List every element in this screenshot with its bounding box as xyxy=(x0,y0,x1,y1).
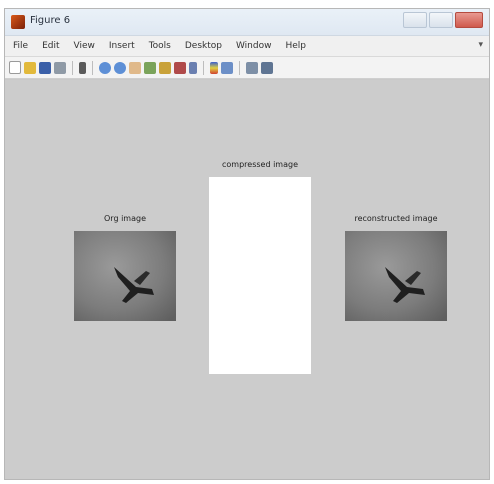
legend-icon[interactable] xyxy=(221,61,233,74)
colorbar-icon[interactable] xyxy=(210,61,218,74)
brush-icon[interactable] xyxy=(174,61,186,74)
maximize-button[interactable] xyxy=(429,12,453,28)
airplane-image xyxy=(74,231,176,321)
menu-insert[interactable]: Insert xyxy=(109,41,135,51)
minimize-button[interactable] xyxy=(403,12,427,28)
pointer-icon[interactable] xyxy=(79,61,86,74)
menu-edit[interactable]: Edit xyxy=(42,41,59,51)
menu-bar: File Edit View Insert Tools Desktop Wind… xyxy=(5,36,489,57)
menu-window[interactable]: Window xyxy=(236,41,272,51)
print-icon[interactable] xyxy=(54,61,66,74)
zoom-out-icon[interactable] xyxy=(114,61,126,74)
matlab-app-icon xyxy=(11,15,25,29)
reconstructed-image-title: reconstructed image xyxy=(354,214,438,223)
compressed-image-title: compressed image xyxy=(222,160,298,169)
rotate-icon[interactable] xyxy=(144,61,156,74)
window-controls xyxy=(403,12,483,28)
close-button[interactable] xyxy=(455,12,483,28)
toolbar-separator xyxy=(203,60,204,75)
title-bar[interactable]: Figure 6 xyxy=(5,9,489,36)
menu-tools[interactable]: Tools xyxy=(149,41,171,51)
figure-window: Figure 6 File Edit View Insert Tools Des… xyxy=(4,8,490,480)
menu-file[interactable]: File xyxy=(13,41,28,51)
toolbar-separator xyxy=(72,60,73,75)
airplane-image xyxy=(345,231,447,321)
original-image-axes[interactable] xyxy=(74,231,176,321)
open-file-icon[interactable] xyxy=(24,61,36,74)
figure-canvas: Org image compressed image reconstructed… xyxy=(5,80,489,479)
save-icon[interactable] xyxy=(39,61,51,74)
window-title: Figure 6 xyxy=(30,15,71,26)
compressed-image-axes[interactable] xyxy=(209,177,311,374)
menu-overflow-icon[interactable]: ▾ xyxy=(478,40,483,50)
toolbar-separator xyxy=(239,60,240,75)
figure-toolbar xyxy=(5,57,489,79)
original-image-title: Org image xyxy=(104,214,146,223)
pan-icon[interactable] xyxy=(129,61,141,74)
reconstructed-image-axes[interactable] xyxy=(345,231,447,321)
link-icon[interactable] xyxy=(189,61,197,74)
new-figure-icon[interactable] xyxy=(9,61,21,74)
menu-view[interactable]: View xyxy=(74,41,95,51)
data-cursor-icon[interactable] xyxy=(159,61,171,74)
menu-desktop[interactable]: Desktop xyxy=(185,41,222,51)
hide-plot-tools-icon[interactable] xyxy=(246,61,258,74)
toolbar-separator xyxy=(92,60,93,75)
show-plot-tools-icon[interactable] xyxy=(261,61,273,74)
menu-help[interactable]: Help xyxy=(285,41,306,51)
zoom-in-icon[interactable] xyxy=(99,61,111,74)
